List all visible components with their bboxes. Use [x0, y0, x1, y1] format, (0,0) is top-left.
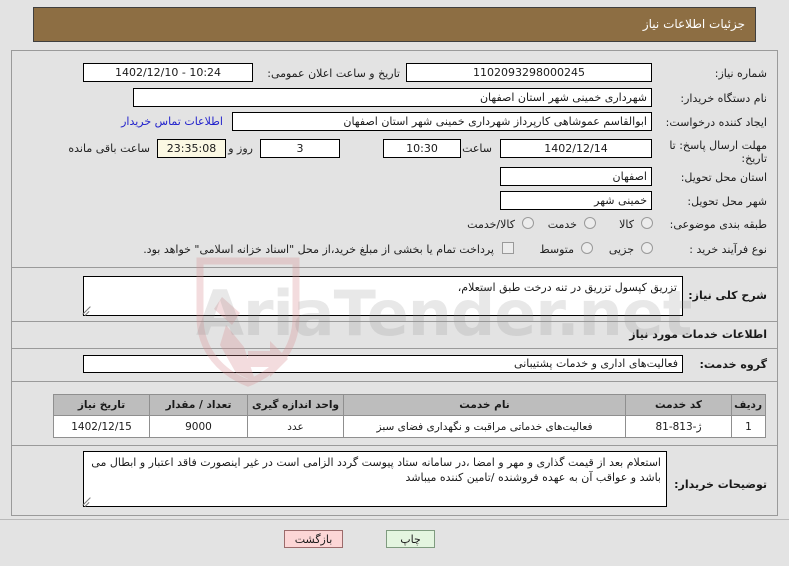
remaining-days-value: 3: [260, 139, 340, 158]
delivery-city-label: شهر محل تحویل:: [687, 195, 767, 208]
divider-general-info: [12, 267, 777, 268]
checkbox-islamic-treasury-bonds-label: پرداخت تمام یا بخشی از مبلغ خرید،از محل …: [143, 243, 494, 256]
divider-description: [12, 321, 777, 322]
cell-row-number: 1: [731, 415, 766, 438]
radio-category-kala[interactable]: [641, 217, 653, 229]
service-group-value: فعالیت‌های اداری و خدمات پشتیبانی: [83, 355, 683, 373]
col-header-service-code: کد خدمت: [625, 394, 732, 416]
delivery-province-label: استان محل تحویل:: [680, 171, 767, 184]
service-group-label: گروه خدمت:: [699, 358, 767, 371]
table-header-row: ردیف کد خدمت نام خدمت واحد اندازه گیری ت…: [53, 394, 766, 416]
radio-category-khedmat[interactable]: [584, 217, 596, 229]
radio-category-kala-khedmat[interactable]: [522, 217, 534, 229]
col-header-unit: واحد اندازه گیری: [247, 394, 344, 416]
delivery-province-value: اصفهان: [500, 167, 652, 186]
cell-quantity: 9000: [149, 415, 248, 438]
buyer-org-value: شهرداری خمینی شهر استان اصفهان: [133, 88, 652, 107]
radio-category-khedmat-label: خدمت: [547, 218, 577, 231]
general-description-label: شرح کلی نیاز:: [688, 289, 767, 302]
service-items-table: ردیف کد خدمت نام خدمت واحد اندازه گیری ت…: [53, 394, 766, 438]
deadline-date-value: 1402/12/14: [500, 139, 652, 158]
col-header-service-name: نام خدمت: [343, 394, 626, 416]
deadline-time-label: ساعت: [462, 142, 492, 155]
buyer-org-label: نام دستگاه خریدار:: [680, 92, 767, 105]
radio-purchase-jozee-label: جزیی: [608, 243, 634, 256]
page-title: جزئیات اطلاعات نیاز: [642, 17, 745, 31]
buyer-notes-value[interactable]: استعلام بعد از قیمت گذاری و مهر و امضا ،…: [83, 451, 667, 507]
need-number-value: 1102093298000245: [406, 63, 652, 82]
remaining-days-label: روز و: [228, 142, 253, 155]
divider-services-heading: [12, 348, 777, 349]
radio-purchase-jozee[interactable]: [641, 242, 653, 254]
announce-datetime-label: تاریخ و ساعت اعلان عمومی:: [267, 67, 400, 80]
divider-service-group: [12, 381, 777, 382]
table-row: 1 ژ-813-81 فعالیت‌های خدماتی مراقبت و نگ…: [53, 415, 766, 438]
general-description-value[interactable]: تزریق کپسول تزریق در تنه درخت طبق استعلا…: [83, 276, 683, 316]
col-header-need-date: تاریخ نیاز: [53, 394, 150, 416]
category-label: طبقه بندی موضوعی:: [669, 218, 767, 231]
cell-service-name: فعالیت‌های خدماتی مراقبت و نگهداری فضای …: [343, 415, 626, 438]
buyer-notes-label: توضیحات خریدار:: [674, 478, 767, 491]
cell-unit: عدد: [247, 415, 344, 438]
countdown-value: 23:35:08: [157, 139, 226, 158]
radio-purchase-motevaset-label: متوسط: [539, 243, 574, 256]
col-header-quantity: تعداد / مقدار: [149, 394, 248, 416]
cell-need-date: 1402/12/15: [53, 415, 150, 438]
main-panel: شماره نیاز: 1102093298000245 تاریخ و ساع…: [11, 50, 778, 516]
divider-table: [12, 445, 777, 446]
deadline-label: مهلت ارسال پاسخ: تا تاریخ:: [669, 139, 767, 165]
print-button[interactable]: چاپ: [386, 530, 435, 548]
need-number-label: شماره نیاز:: [714, 67, 767, 80]
requester-label: ایجاد کننده درخواست:: [665, 116, 767, 129]
deadline-time-value: 10:30: [383, 139, 461, 158]
buyer-contact-link[interactable]: اطلاعات تماس خریدار: [121, 115, 223, 128]
page-header: جزئیات اطلاعات نیاز: [33, 7, 756, 42]
col-header-row: ردیف: [731, 394, 766, 416]
radio-purchase-motevaset[interactable]: [581, 242, 593, 254]
delivery-city-value: خمینی شهر: [500, 191, 652, 210]
announce-datetime-value: 10:24 - 1402/12/10: [83, 63, 253, 82]
radio-category-kala-khedmat-label: کالا/خدمت: [467, 218, 515, 231]
countdown-label: ساعت باقی مانده: [68, 142, 150, 155]
back-button[interactable]: بازگشت: [284, 530, 343, 548]
requester-value: ابوالقاسم عموشاهی کارپرداز شهرداری خمینی…: [232, 112, 652, 131]
footer-divider: [0, 519, 789, 520]
cell-service-code: ژ-813-81: [625, 415, 732, 438]
purchase-type-label: نوع فرآیند خرید :: [689, 243, 767, 256]
radio-category-kala-label: کالا: [619, 218, 634, 231]
checkbox-islamic-treasury-bonds[interactable]: [502, 242, 514, 254]
services-section-heading: اطلاعات خدمات مورد نیاز: [629, 328, 767, 341]
